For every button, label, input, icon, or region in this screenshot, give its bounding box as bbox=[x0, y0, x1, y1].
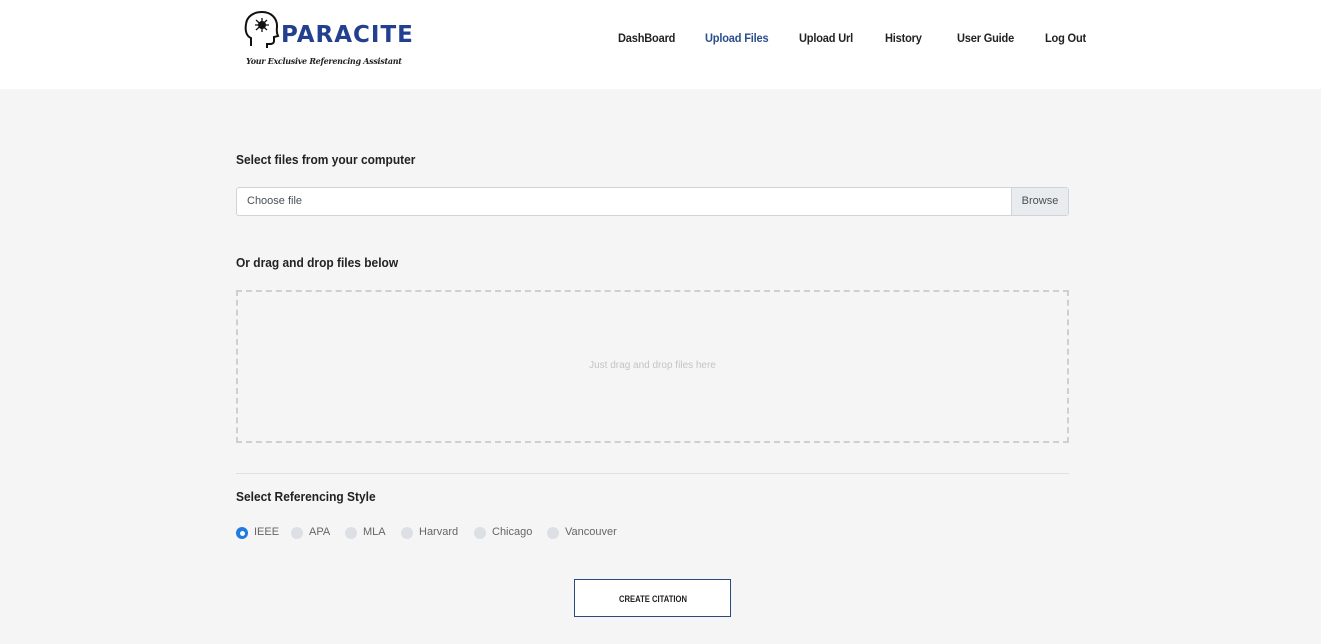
referencing-style-heading: Select Referencing Style bbox=[236, 489, 376, 504]
brand-tagline: Your Exclusive Referencing Assistant bbox=[246, 56, 402, 66]
radio-label: Harvard bbox=[419, 526, 459, 538]
brand-name: PARACITE bbox=[281, 22, 414, 48]
nav-upload-url[interactable]: Upload Url bbox=[799, 31, 853, 45]
radio-unchecked-icon bbox=[345, 527, 357, 539]
radio-unchecked-icon bbox=[547, 527, 559, 539]
radio-label: APA bbox=[309, 526, 331, 538]
drop-zone[interactable]: Just drag and drop files here bbox=[236, 290, 1069, 443]
nav-user-guide[interactable]: User Guide bbox=[957, 31, 1014, 45]
nav-dashboard[interactable]: DashBoard bbox=[618, 31, 675, 45]
drag-drop-heading: Or drag and drop files below bbox=[236, 255, 399, 270]
radio-label: Chicago bbox=[492, 526, 533, 538]
file-input-placeholder: Choose file bbox=[247, 195, 303, 207]
radio-label: IEEE bbox=[254, 526, 280, 538]
radio-unchecked-icon bbox=[291, 527, 303, 539]
drop-zone-hint: Just drag and drop files here bbox=[589, 360, 716, 371]
main-nav: DashBoard Upload Files Upload Url Histor… bbox=[600, 31, 1100, 51]
create-citation-label: CREATE CITATION bbox=[618, 594, 687, 604]
nav-upload-files[interactable]: Upload Files bbox=[705, 31, 769, 45]
radio-unchecked-icon bbox=[474, 527, 486, 539]
select-files-heading: Select files from your computer bbox=[236, 152, 416, 167]
browse-button[interactable]: Browse bbox=[1011, 188, 1068, 215]
create-citation-button[interactable]: CREATE CITATION bbox=[574, 579, 731, 617]
nav-history[interactable]: History bbox=[885, 31, 922, 45]
radio-checked-icon bbox=[236, 527, 248, 539]
head-logo-icon bbox=[244, 10, 280, 48]
radio-unchecked-icon bbox=[401, 527, 413, 539]
paracite-logo[interactable]: PARACITE Your Exclusive Referencing Assi… bbox=[243, 10, 413, 70]
site-header: PARACITE Your Exclusive Referencing Assi… bbox=[0, 0, 1321, 89]
nav-log-out[interactable]: Log Out bbox=[1045, 31, 1086, 45]
file-chooser[interactable]: Choose file Browse bbox=[236, 187, 1069, 216]
radio-label: Vancouver bbox=[565, 526, 617, 538]
divider bbox=[236, 473, 1069, 474]
radio-label: MLA bbox=[363, 526, 386, 538]
